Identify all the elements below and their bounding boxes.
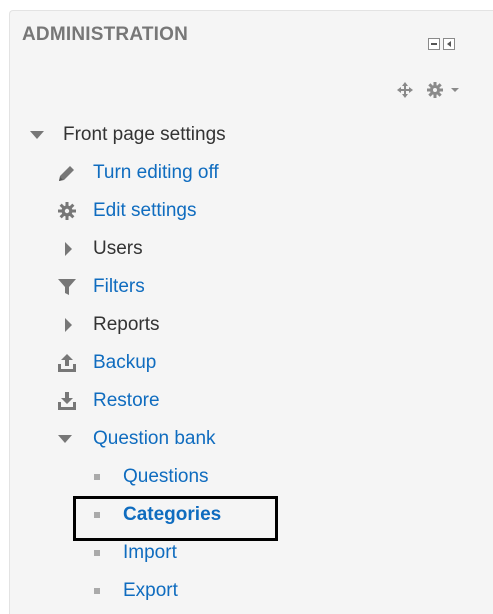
categories-highlight-box	[73, 496, 278, 541]
tree-item-label[interactable]: Filters	[93, 272, 145, 302]
caret-down-icon	[30, 131, 44, 139]
tree-item-label[interactable]: Question bank	[93, 424, 216, 454]
caret-right-icon	[65, 242, 72, 256]
download-icon	[58, 392, 76, 410]
question-bank-item-label[interactable]: Import	[123, 538, 177, 568]
dock-block-icon[interactable]	[428, 38, 440, 50]
bullet-icon	[94, 588, 100, 594]
caret-right-icon	[65, 318, 72, 332]
block-title: ADMINISTRATION	[22, 24, 189, 45]
tree-root-label: Front page settings	[63, 124, 226, 145]
upload-icon	[58, 354, 76, 372]
tree-item-label: Users	[93, 238, 143, 259]
pencil-icon	[59, 166, 74, 181]
tree-item-label[interactable]: Turn editing off	[93, 158, 219, 188]
question-bank-item-label[interactable]: Export	[123, 576, 178, 606]
tree-item-label[interactable]: Backup	[93, 348, 156, 378]
question-bank-item-label[interactable]: Questions	[123, 462, 209, 492]
filter-icon	[58, 279, 76, 295]
move-icon[interactable]	[397, 82, 413, 98]
bullet-icon	[94, 550, 100, 556]
bullet-icon	[94, 474, 100, 480]
tree-item-label[interactable]: Edit settings	[93, 196, 197, 226]
tree-item-label: Reports	[93, 314, 160, 335]
gear-icon	[58, 202, 76, 220]
tree-item-label[interactable]: Restore	[93, 386, 160, 416]
hide-block-icon[interactable]	[443, 38, 455, 50]
block-actions-gear-icon[interactable]	[426, 81, 464, 99]
caret-down-icon	[58, 435, 72, 443]
